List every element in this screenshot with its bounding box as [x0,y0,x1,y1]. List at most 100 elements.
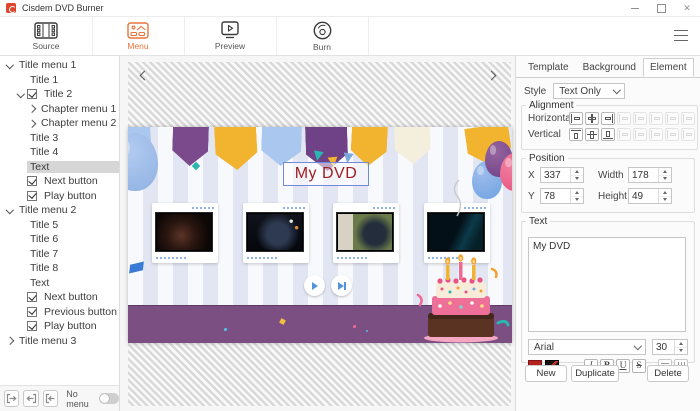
spin-up-icon[interactable] [675,340,687,348]
expander-open-icon[interactable] [15,88,27,100]
tree-item-title-4[interactable]: Title 4 [0,145,119,160]
tab-background[interactable]: Background [576,59,643,77]
distribute-icon [651,114,661,123]
style-select[interactable]: Text Only [553,83,625,99]
spin-down-icon[interactable] [571,197,583,204]
checkbox-checked-icon[interactable] [27,292,37,302]
expander-closed-icon[interactable] [26,117,38,129]
main-toolbar: Source Menu Preview Burn [0,16,700,56]
tree-item-title-menu-2[interactable]: Title menu 2 [0,203,119,218]
tree-item-title-8[interactable]: Title 8 [0,261,119,276]
tree-move-out-button[interactable] [4,390,19,407]
align-left-button[interactable] [569,112,583,125]
tab-template[interactable]: Template [521,59,576,77]
tree-item-title-2[interactable]: Title 2 [0,87,119,102]
tree-item-text[interactable]: Text [0,276,119,291]
text-content-input[interactable]: My DVD [528,237,686,332]
toolbar-burn-label: Burn [313,42,331,52]
toolbar-menu-label: Menu [127,41,148,51]
tree-item-title-7[interactable]: Title 7 [0,247,119,262]
x-label: X [528,170,540,181]
align-center-vertical-button[interactable] [585,128,599,141]
spin-down-icon[interactable] [571,176,583,183]
tree-item-play-button[interactable]: Play button [0,189,119,204]
font-select[interactable]: Arial [528,339,646,355]
checkbox-checked-icon[interactable] [27,176,37,186]
no-menu-toggle[interactable] [99,393,119,404]
spin-down-icon[interactable] [675,348,687,355]
delete-button[interactable]: Delete [647,365,689,382]
checkbox-checked-icon[interactable] [27,89,37,99]
distribute-icon [667,114,677,123]
expander-closed-icon[interactable] [4,335,16,347]
tree-item-text[interactable]: Text [0,160,119,175]
spin-down-icon[interactable] [659,176,671,183]
height-input[interactable]: 49 [628,188,672,204]
tree-item-title-5[interactable]: Title 5 [0,218,119,233]
align-center-vertical-icon [587,130,597,139]
previous-template-button[interactable] [136,68,150,82]
checkbox-checked-icon[interactable] [27,307,37,317]
video-thumbnail-card-1[interactable] [152,203,218,263]
align-center-horizontal-button[interactable] [585,112,599,125]
align-top-button[interactable] [569,128,583,141]
tab-audio[interactable]: Audio [694,59,700,77]
tree-item-next-button[interactable]: Next button [0,174,119,189]
y-input[interactable]: 78 [540,188,584,204]
font-size-input[interactable]: 30 [652,339,688,355]
next-template-button[interactable] [485,68,499,82]
new-button[interactable]: New [525,365,567,382]
balloon-blue-left [128,133,158,191]
toolbar-preview-button[interactable]: Preview [184,17,277,55]
video-thumbnail-card-3[interactable] [333,203,399,263]
expander-open-icon[interactable] [4,59,16,71]
menu-title-text[interactable]: My DVD [283,162,369,186]
tree-item-chapter-menu-1[interactable]: Chapter menu 1 [0,102,119,117]
close-button[interactable]: ✕ [674,0,700,16]
spin-up-icon[interactable] [571,189,583,197]
align-bottom-button[interactable] [601,128,615,141]
tree-item-next-button[interactable]: Next button [0,290,119,305]
tree-item-title-3[interactable]: Title 3 [0,131,119,146]
expander-closed-icon[interactable] [26,103,38,115]
menu-play-button[interactable] [304,275,325,296]
video-thumbnail-card-2[interactable] [243,203,309,263]
spin-down-icon[interactable] [659,197,671,204]
distribute-horizontal-button-5 [681,112,695,125]
tree-item-play-button[interactable]: Play button [0,319,119,334]
tree-item-title-1[interactable]: Title 1 [0,73,119,88]
tree-item-title-menu-3[interactable]: Title menu 3 [0,334,119,349]
position-legend: Position [526,153,568,164]
minimize-button[interactable] [622,0,648,16]
duplicate-button[interactable]: Duplicate [571,365,619,382]
spin-up-icon[interactable] [659,189,671,197]
menu-next-button[interactable] [331,275,352,296]
distribute-icon [635,130,645,139]
checkbox-checked-icon[interactable] [27,191,37,201]
align-right-button[interactable] [601,112,615,125]
tree-move-left-button[interactable] [23,390,38,407]
tree-item-label: Title 8 [27,262,61,274]
expander-spacer [15,132,27,144]
tab-element[interactable]: Element [643,58,694,77]
style-label: Style [524,86,546,97]
toolbar-source-button[interactable]: Source [0,17,93,55]
toolbar-menu-button[interactable]: Menu [92,17,185,55]
toolbar-burn-button[interactable]: Burn [276,17,369,55]
maximize-icon [657,4,666,13]
checkbox-checked-icon[interactable] [27,321,37,331]
tree-item-previous-button[interactable]: Previous button [0,305,119,320]
spin-up-icon[interactable] [571,168,583,176]
expander-open-icon[interactable] [4,204,16,216]
dvd-menu-canvas[interactable]: My DVD [128,127,512,343]
menu-hamburger-icon[interactable] [674,30,688,41]
tree-item-title-6[interactable]: Title 6 [0,232,119,247]
maximize-button[interactable] [648,0,674,16]
x-input[interactable]: 337 [540,167,584,183]
tree-item-title-menu-1[interactable]: Title menu 1 [0,58,119,73]
tree-item-label: Chapter menu 2 [38,117,119,129]
tree-move-right-button[interactable] [43,390,58,407]
width-input[interactable]: 178 [628,167,672,183]
spin-up-icon[interactable] [659,168,671,176]
tree-item-chapter-menu-2[interactable]: Chapter menu 2 [0,116,119,131]
